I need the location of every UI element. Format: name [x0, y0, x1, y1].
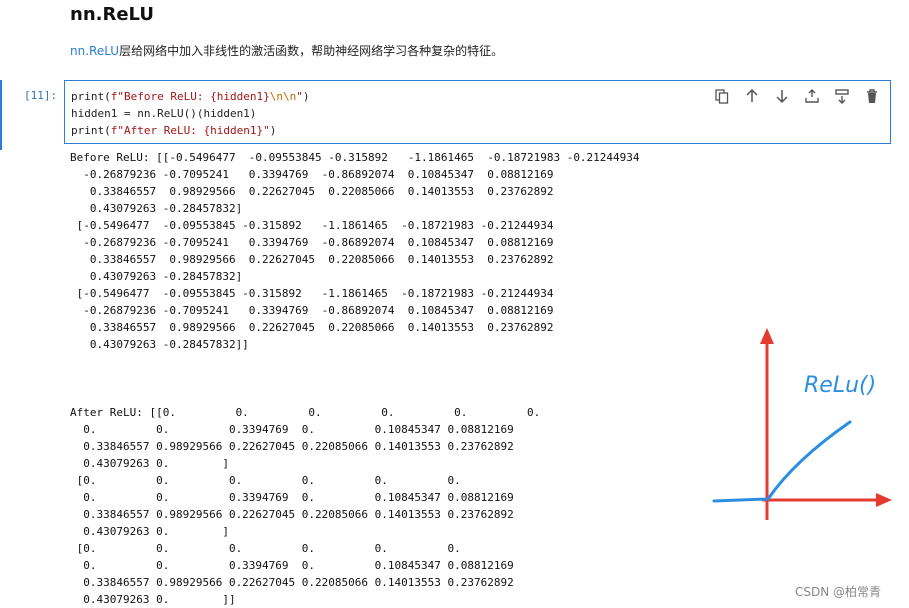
- code-line: print(f"After ReLU: {hidden1}"): [71, 124, 277, 137]
- relu-sketch: ReLu(): [712, 328, 892, 520]
- sketch-x-arrowhead: [876, 493, 892, 507]
- move-up-button[interactable]: [742, 86, 762, 106]
- arrow-up-icon: [746, 88, 758, 102]
- output-after-relu: After ReLU: [[0. 0. 0. 0. 0. 0. 0. 0. 0.…: [70, 406, 541, 606]
- cell-active-bar: [0, 80, 2, 150]
- sketch-label: ReLu(): [804, 373, 876, 398]
- copy-cell-button[interactable]: [712, 86, 732, 106]
- sketch-y-arrowhead: [760, 328, 774, 344]
- insert-below-button[interactable]: [832, 86, 852, 106]
- watermark: CSDN @柏常青: [795, 585, 882, 599]
- arrow-down-icon: [776, 90, 788, 104]
- insert-above-icon: [805, 89, 819, 103]
- sketch-relu-curve: [712, 420, 852, 503]
- description-code-name: nn.ReLU: [70, 44, 120, 58]
- code-line: hidden1 = nn.ReLU()(hidden1): [71, 107, 257, 120]
- cell-output: Before ReLU: [[-0.5496477 -0.09553845 -0…: [70, 149, 640, 608]
- description-text: 层给网络中加入非线性的激活函数，帮助神经网络学习各种复杂的特征。: [119, 44, 504, 58]
- copy-icon: [715, 89, 729, 104]
- trash-icon: [867, 89, 877, 103]
- code-cell-editor[interactable]: print(f"Before ReLU: {hidden1}\n\n") hid…: [64, 80, 891, 144]
- insert-below-icon: [835, 89, 849, 104]
- section-description: nn.ReLU层给网络中加入非线性的激活函数，帮助神经网络学习各种复杂的特征。: [70, 42, 503, 59]
- delete-cell-button[interactable]: [862, 86, 882, 106]
- output-before-relu: Before ReLU: [[-0.5496477 -0.09553845 -0…: [70, 151, 640, 351]
- section-heading: nn.ReLU: [70, 4, 154, 25]
- code-block[interactable]: print(f"Before ReLU: {hidden1}\n\n") hid…: [71, 88, 309, 139]
- move-down-button[interactable]: [772, 86, 792, 106]
- cell-toolbar: [712, 86, 882, 106]
- code-line: print(f"Before ReLU: {hidden1}\n\n"): [71, 90, 310, 103]
- insert-above-button[interactable]: [802, 86, 822, 106]
- cell-prompt: [11]:: [24, 89, 58, 102]
